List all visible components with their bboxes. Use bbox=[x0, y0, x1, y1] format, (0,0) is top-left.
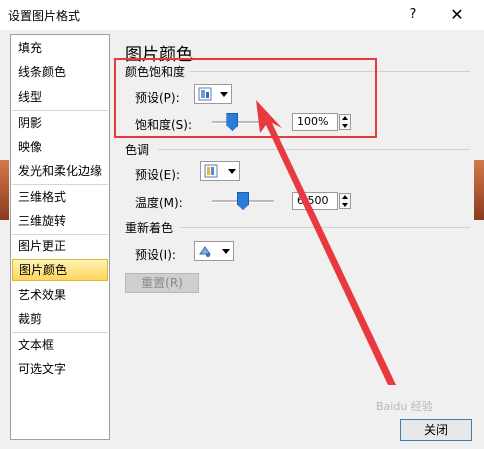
watermark: Baidu 经验 bbox=[376, 400, 433, 413]
annotation-arrow-icon bbox=[256, 100, 396, 385]
close-button[interactable]: 关闭 bbox=[400, 419, 472, 441]
